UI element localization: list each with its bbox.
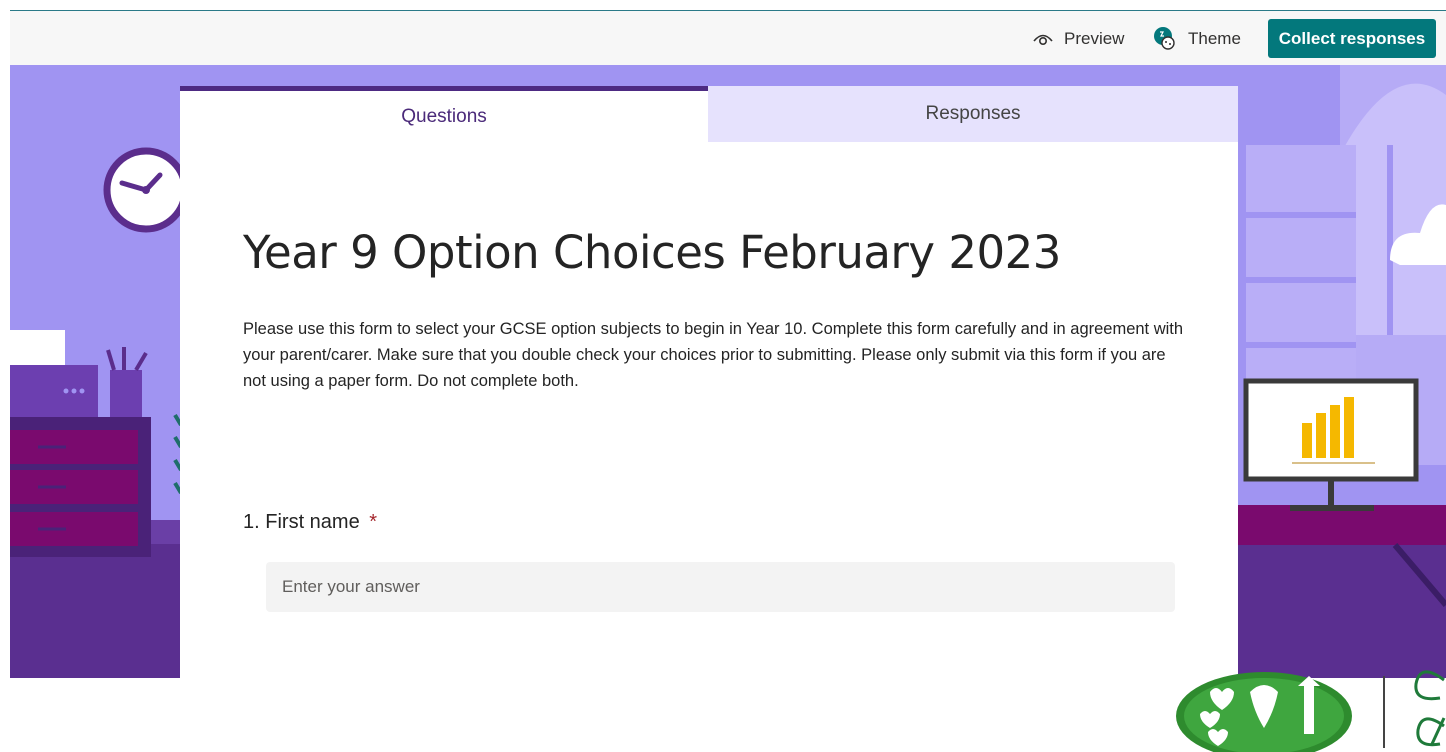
eye-icon: [1032, 31, 1054, 47]
question-number: 1.: [243, 511, 260, 533]
required-asterisk: *: [369, 511, 378, 533]
first-name-input[interactable]: [266, 562, 1175, 612]
top-toolbar: Preview Theme Collect responses: [10, 10, 1446, 65]
theme-button[interactable]: Theme: [1152, 11, 1241, 66]
school-name-fragment: [1410, 660, 1446, 752]
form-description[interactable]: Please use this form to select your GCSE…: [243, 316, 1193, 394]
preview-label: Preview: [1064, 28, 1125, 48]
tab-questions-label: Questions: [401, 105, 487, 127]
collect-responses-button[interactable]: Collect responses: [1268, 19, 1436, 58]
school-name-letters-graphic: [1414, 670, 1446, 747]
form-card: Questions Responses Year 9 Option Choice…: [180, 86, 1238, 678]
question-title: First name: [265, 511, 360, 533]
form-title[interactable]: Year 9 Option Choices February 2023: [243, 226, 1061, 279]
tab-responses[interactable]: Responses: [708, 86, 1238, 142]
preview-button[interactable]: Preview: [1032, 11, 1124, 66]
palette-icon: [1152, 26, 1178, 52]
tab-responses-label: Responses: [925, 103, 1021, 124]
tab-questions[interactable]: Questions: [180, 86, 708, 142]
tab-strip: Questions Responses: [180, 86, 1238, 142]
theme-label: Theme: [1188, 28, 1241, 48]
question-first-name-label: 1. First name *: [243, 511, 377, 534]
school-logo: [1176, 672, 1385, 752]
